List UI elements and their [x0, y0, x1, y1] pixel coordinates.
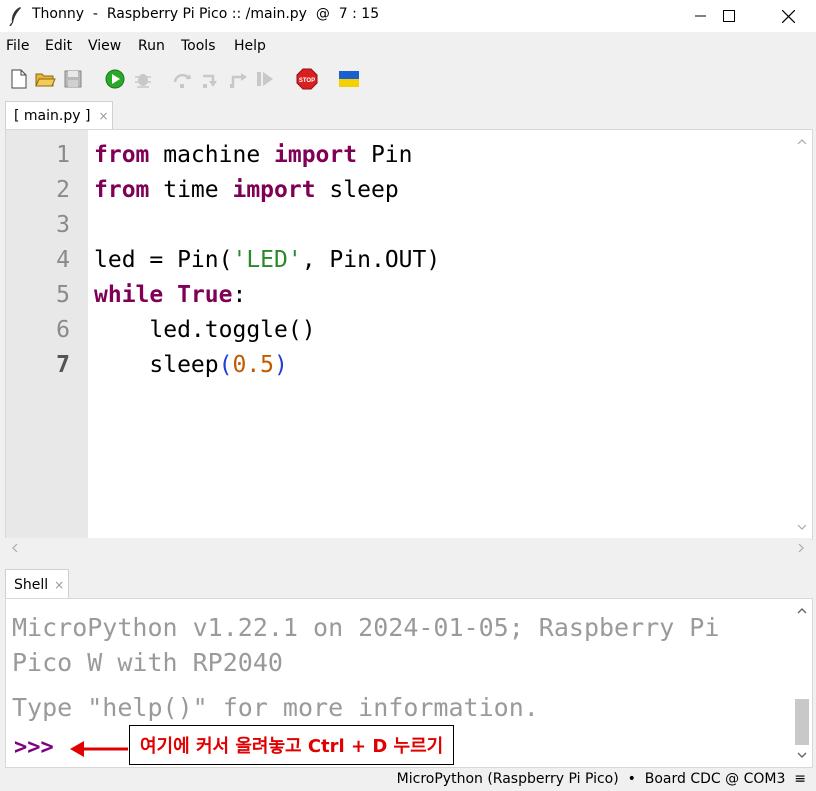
menu-run[interactable]: Run	[138, 38, 165, 54]
code-line-6: led.toggle()	[94, 313, 440, 348]
window-title: Thonny - Raspberry Pi Pico :: /main.py @…	[32, 6, 380, 22]
stop-icon[interactable]: STOP	[296, 68, 318, 90]
keyword: from	[94, 142, 150, 168]
keyword: import	[232, 177, 316, 203]
scroll-left-icon[interactable]	[5, 538, 25, 558]
tab-shell[interactable]: Shell ×	[5, 569, 69, 599]
debug-icon[interactable]	[132, 68, 154, 90]
maximize-button[interactable]	[706, 0, 752, 32]
tab-main-py[interactable]: [ main.py ] ×	[5, 101, 113, 129]
shell-banner-line: MicroPython v1.22.1 on 2024-01-05; Raspb…	[12, 613, 720, 642]
stop-icon-label: STOP	[299, 78, 315, 84]
run-icon[interactable]	[104, 68, 126, 90]
tab-main-py-label: [ main.py ]	[14, 107, 91, 124]
menu-view[interactable]: View	[88, 38, 121, 54]
shell-panel[interactable]: MicroPython v1.22.1 on 2024-01-05; Raspb…	[5, 598, 813, 768]
code-token: :	[232, 282, 247, 308]
line-number-gutter: 1 2 3 4 5 6 7	[6, 130, 88, 539]
code-token: time	[149, 177, 233, 203]
step-out-icon[interactable]	[228, 68, 250, 90]
code-token: sleep	[94, 352, 219, 378]
step-into-icon[interactable]	[200, 68, 222, 90]
line-number: 1	[56, 142, 70, 168]
editor-horizontal-scrollbar[interactable]	[5, 538, 811, 558]
code-token: led = Pin(	[94, 247, 233, 273]
keyword: while	[94, 282, 164, 308]
close-icon	[781, 9, 795, 23]
code-text[interactable]: from machine import Pin from time import…	[94, 138, 440, 383]
code-token: , Pin.OUT)	[301, 247, 441, 273]
line-number: 3	[56, 212, 70, 238]
tab-close-icon[interactable]: ×	[54, 578, 64, 592]
paren: (	[218, 352, 233, 378]
close-button[interactable]	[765, 0, 811, 32]
code-token: Pin	[357, 142, 413, 168]
thonny-feather-icon	[9, 7, 21, 26]
code-line-7: sleep(0.5)	[94, 348, 440, 383]
status-bar: MicroPython (Raspberry Pi Pico) • Board …	[0, 768, 816, 791]
code-line-2: from time import sleep	[94, 173, 440, 208]
scroll-up-icon[interactable]	[792, 601, 812, 621]
shell-tab-strip: Shell ×	[0, 566, 816, 599]
code-line-1: from machine import Pin	[94, 138, 440, 173]
shell-banner-line: Pico W with RP2040	[12, 648, 283, 677]
string-literal: 'LED'	[232, 247, 302, 273]
menu-bar: File Edit View Run Tools Help	[0, 32, 816, 60]
shell-scroll-thumb[interactable]	[795, 699, 809, 745]
ukraine-flag-icon[interactable]	[338, 68, 360, 90]
keyword: from	[94, 177, 150, 203]
code-token: sleep	[315, 177, 399, 203]
line-number: 4	[56, 247, 70, 273]
code-line-5: while True:	[94, 278, 440, 313]
menu-tools[interactable]: Tools	[181, 38, 216, 54]
shell-vertical-scrollbar[interactable]	[792, 599, 812, 767]
menu-file[interactable]: File	[6, 38, 29, 54]
tab-shell-label: Shell	[14, 576, 49, 593]
save-icon[interactable]	[62, 68, 84, 90]
line-number: 2	[56, 177, 70, 203]
annotation-callout: 여기에 커서 올려놓고 Ctrl + D 누르기	[129, 725, 455, 765]
open-folder-icon[interactable]	[34, 68, 56, 90]
code-editor[interactable]: 1 2 3 4 5 6 7 from machine import Pin fr…	[5, 129, 813, 540]
editor-tab-strip: [ main.py ] ×	[0, 100, 816, 129]
line-number: 6	[56, 317, 70, 343]
title-bar: Thonny - Raspberry Pi Pico :: /main.py @…	[0, 0, 816, 32]
keyword: True	[177, 282, 233, 308]
scroll-right-icon[interactable]	[791, 538, 811, 558]
paren: )	[274, 352, 288, 378]
toolbar: STOP	[0, 60, 816, 100]
step-over-icon[interactable]	[172, 68, 194, 90]
line-number-current: 7	[56, 352, 70, 378]
number-literal: 0.5	[232, 352, 275, 378]
scroll-up-icon[interactable]	[792, 132, 812, 152]
maximize-icon	[723, 10, 735, 22]
resume-icon[interactable]	[254, 68, 276, 90]
code-token: machine	[149, 142, 275, 168]
scroll-down-icon[interactable]	[792, 745, 812, 765]
shell-prompt[interactable]: >>>	[14, 735, 54, 760]
new-file-icon[interactable]	[8, 68, 30, 90]
status-interpreter[interactable]: MicroPython (Raspberry Pi Pico) • Board …	[397, 771, 806, 787]
code-line-4: led = Pin('LED', Pin.OUT)	[94, 243, 440, 278]
red-arrow-icon	[70, 741, 128, 757]
line-number: 5	[56, 282, 70, 308]
menu-edit[interactable]: Edit	[45, 38, 72, 54]
editor-vertical-scrollbar[interactable]	[792, 130, 812, 539]
tab-close-icon[interactable]: ×	[98, 109, 108, 123]
menu-help[interactable]: Help	[234, 38, 266, 54]
scroll-down-icon[interactable]	[792, 517, 812, 537]
shell-help-line: Type "help()" for more information.	[12, 693, 539, 722]
keyword: import	[274, 142, 358, 168]
code-token: led.toggle()	[94, 317, 316, 343]
